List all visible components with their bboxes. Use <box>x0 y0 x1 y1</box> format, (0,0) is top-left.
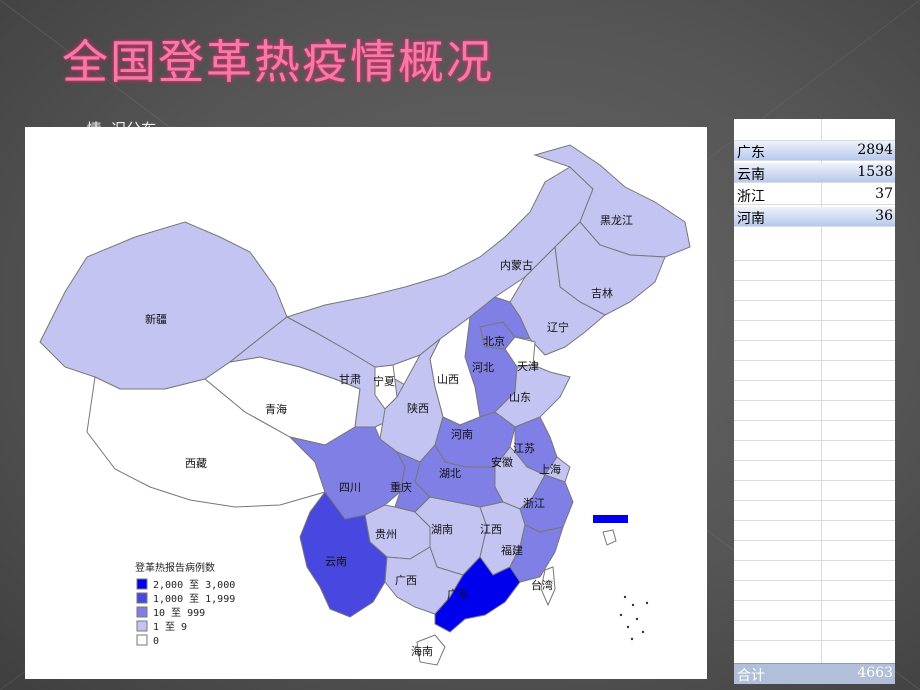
total-label: 合计 <box>737 668 765 684</box>
legend-label-2: 10 至 999 <box>153 607 205 619</box>
legend-label-4: 0 <box>153 636 159 647</box>
count-cell: 36 <box>875 208 893 224</box>
empty-row <box>734 441 895 461</box>
total-row: 合计 4663 <box>734 663 895 684</box>
legend-title: 登革热报告病例数 <box>135 561 215 574</box>
slide-title: 全国登革热疫情概况 <box>62 35 494 89</box>
empty-row <box>734 361 895 381</box>
inset-island <box>602 529 617 546</box>
province-cell: 浙江 <box>737 189 765 205</box>
table-row: 河南 36 <box>734 207 895 227</box>
legend-swatch-0 <box>136 578 148 590</box>
label-xinjiang: 新疆 <box>145 312 167 326</box>
legend-swatch-2 <box>136 606 148 618</box>
inset-marker <box>593 515 628 523</box>
empty-row <box>734 541 895 561</box>
empty-row <box>734 401 895 421</box>
label-ningxia: 宁夏 <box>373 374 395 388</box>
south-sea-islands <box>619 595 649 641</box>
empty-row <box>734 481 895 501</box>
label-shanxi: 山西 <box>437 373 459 386</box>
label-guangdong: 广东 <box>447 588 469 601</box>
table-row: 浙江 37 <box>734 185 895 205</box>
count-cell: 2894 <box>857 142 893 158</box>
label-chongqing: 重庆 <box>390 480 412 494</box>
label-fujian: 福建 <box>501 543 523 557</box>
province-cell: 云南 <box>737 167 765 183</box>
province-cell: 广东 <box>737 145 765 161</box>
map-svg: 新疆 西藏 青海 甘肃 宁夏 内蒙古 黑龙江 吉林 辽宁 北京 天津 河北 山西… <box>39 144 691 666</box>
empty-row <box>734 521 895 541</box>
label-jiangxi: 江西 <box>480 523 502 536</box>
empty-row <box>734 561 895 581</box>
empty-row <box>734 321 895 341</box>
count-cell: 37 <box>875 186 893 202</box>
empty-row <box>734 341 895 361</box>
empty-row <box>734 581 895 601</box>
total-value: 4663 <box>857 665 893 681</box>
empty-row <box>734 261 895 281</box>
label-shaanxi: 陕西 <box>407 401 429 415</box>
map-legend: 登革热报告病例数 2,000 至 3,000 1,000 至 1,999 10 … <box>135 561 235 647</box>
case-count-table: 广东 2894 云南 1538 浙江 37 河南 36 合计 4663 <box>734 119 895 684</box>
label-zhejiang: 浙江 <box>523 497 545 510</box>
label-sichuan: 四川 <box>339 481 361 494</box>
empty-row <box>734 501 895 521</box>
label-yunnan: 云南 <box>325 555 347 568</box>
empty-row <box>734 421 895 441</box>
label-hainan: 海南 <box>411 644 433 658</box>
label-hubei: 湖北 <box>439 467 461 480</box>
legend-label-3: 1 至 9 <box>153 621 187 633</box>
table-row: 广东 2894 <box>734 141 895 161</box>
label-qinghai: 青海 <box>265 402 287 416</box>
empty-row <box>734 281 895 301</box>
label-hebei: 河北 <box>472 361 494 374</box>
label-shanghai: 上海 <box>539 462 561 476</box>
empty-row <box>734 381 895 401</box>
label-taiwan: 台湾 <box>531 578 553 592</box>
china-dengue-map: 新疆 西藏 青海 甘肃 宁夏 内蒙古 黑龙江 吉林 辽宁 北京 天津 河北 山西… <box>25 127 707 679</box>
label-guangxi: 广西 <box>395 574 417 587</box>
label-heilongjiang: 黑龙江 <box>600 214 633 227</box>
label-beijing: 北京 <box>483 334 505 348</box>
label-liaoning: 辽宁 <box>547 320 569 334</box>
legend-label-1: 1,000 至 1,999 <box>153 593 235 605</box>
label-anhui: 安徽 <box>491 455 513 469</box>
empty-row <box>734 301 895 321</box>
legend-label-0: 2,000 至 3,000 <box>153 579 235 591</box>
label-gansu: 甘肃 <box>339 373 361 386</box>
label-jiangsu: 江苏 <box>513 442 535 455</box>
table-row: 云南 1538 <box>734 163 895 183</box>
label-tianjin: 天津 <box>517 360 539 373</box>
label-hunan: 湖南 <box>431 523 453 536</box>
label-xizang: 西藏 <box>185 457 207 470</box>
count-cell: 1538 <box>857 164 893 180</box>
label-henan: 河南 <box>451 428 473 441</box>
legend-swatch-4 <box>136 634 148 646</box>
empty-row <box>734 621 895 641</box>
empty-row <box>734 121 895 141</box>
empty-row <box>734 601 895 621</box>
legend-swatch-1 <box>136 592 148 604</box>
empty-row <box>734 241 895 261</box>
label-jilin: 吉林 <box>591 286 613 300</box>
legend-swatch-3 <box>136 620 148 632</box>
empty-row <box>734 461 895 481</box>
label-neimenggu: 内蒙古 <box>500 258 533 272</box>
label-guizhou: 贵州 <box>375 528 397 541</box>
province-cell: 河南 <box>737 211 765 227</box>
label-shandong: 山东 <box>509 391 531 404</box>
